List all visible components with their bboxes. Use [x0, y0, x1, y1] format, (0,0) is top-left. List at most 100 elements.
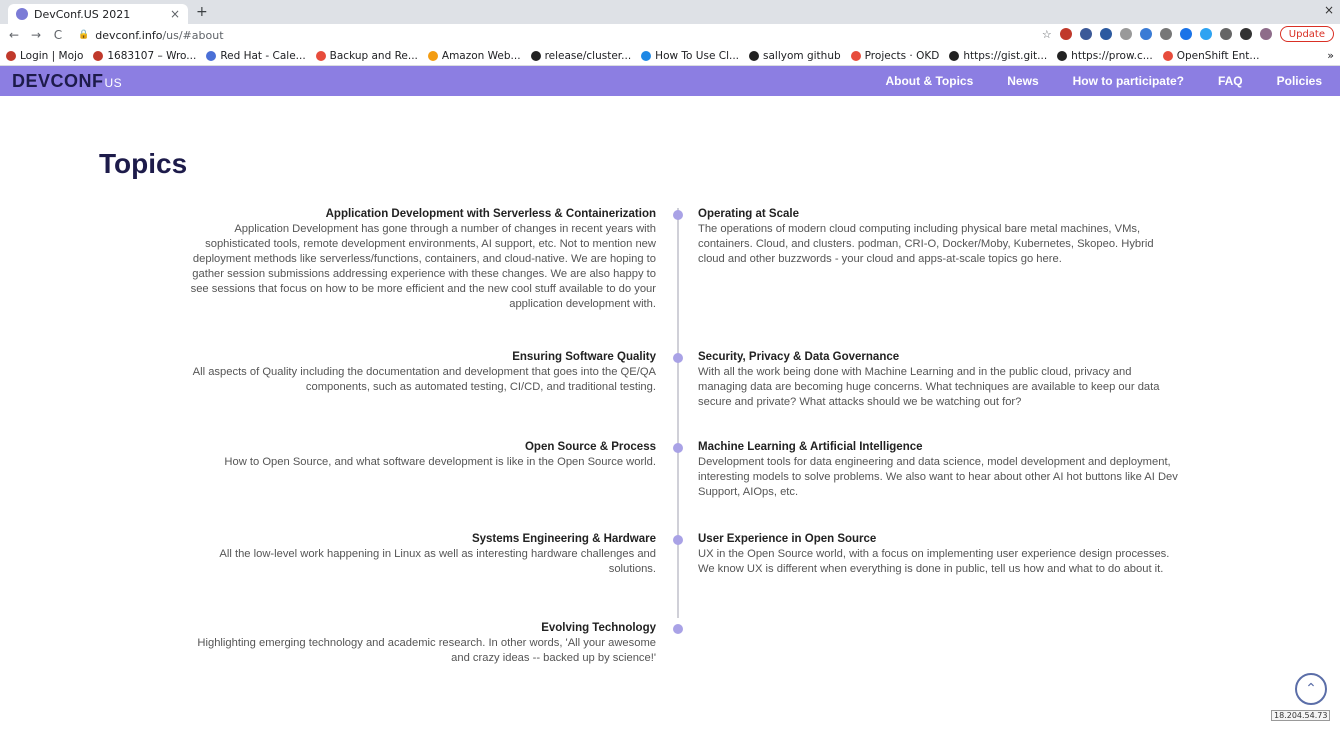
extension-icon[interactable]	[1099, 28, 1112, 40]
topic-item-left: Evolving Technology Highlighting emerging…	[186, 622, 656, 666]
bookmark-label: OpenShift Ent...	[1176, 49, 1260, 62]
topic-item-left: Systems Engineering & Hardware All the lo…	[186, 533, 656, 577]
star-bookmark-icon[interactable]: ☆	[1042, 28, 1052, 41]
new-tab-button[interactable]: +	[196, 4, 208, 20]
bookmark-favicon-icon	[1162, 50, 1173, 61]
topic-item-left: Application Development with Serverless …	[186, 208, 656, 312]
profile-avatar[interactable]	[1259, 28, 1272, 40]
url-host: devconf.info	[95, 28, 163, 42]
bookmark-item[interactable]: OpenShift Ent...	[1162, 49, 1260, 62]
topic-item-right: Machine Learning & Artificial Intelligen…	[698, 441, 1178, 500]
ip-badge: 18.204.54.73	[1271, 710, 1331, 721]
bookmark-item[interactable]: Red Hat - Cale...	[206, 49, 306, 62]
topic-description: Application Development has gone through…	[190, 223, 656, 310]
extension-icon[interactable]	[1079, 28, 1092, 40]
bookmarks-more-button[interactable]: »	[1327, 49, 1334, 62]
topic-description: How to Open Source, and what software de…	[224, 456, 656, 468]
topic-title: Evolving Technology	[541, 622, 656, 634]
tab-close-icon[interactable]: ×	[170, 7, 180, 21]
back-arrow-icon[interactable]: ←	[6, 28, 22, 42]
topics-section: Topics ⌃ 18.204.54.73 Application Develo…	[0, 96, 1340, 721]
bookmark-favicon-icon	[1057, 50, 1068, 61]
puzzle-extensions-icon[interactable]	[1239, 28, 1252, 40]
bookmark-label: sallyom github	[763, 49, 841, 62]
extension-icon[interactable]	[1179, 28, 1192, 40]
topic-description: Highlighting emerging technology and aca…	[197, 637, 656, 664]
timeline-dot-icon	[673, 535, 683, 545]
bookmark-item[interactable]: Amazon Web...	[427, 49, 521, 62]
bookmark-label: release/cluster...	[544, 49, 632, 62]
nav-link-how-to-participate[interactable]: How to participate?	[1073, 74, 1184, 88]
update-button[interactable]: Update	[1279, 26, 1334, 42]
topic-item-left: Ensuring Software Quality All aspects of …	[186, 351, 656, 395]
extension-icon[interactable]	[1219, 28, 1232, 40]
forward-arrow-icon[interactable]: →	[28, 28, 44, 42]
bookmark-item[interactable]: sallyom github	[749, 50, 841, 62]
bookmark-favicon-icon	[850, 50, 861, 61]
timeline-dot-icon	[673, 210, 683, 220]
scroll-to-top-button[interactable]: ⌃	[1295, 673, 1327, 705]
bookmark-label: Login | Mojo	[20, 49, 84, 62]
timeline-dot-icon	[673, 624, 683, 634]
timeline-line	[677, 208, 679, 618]
window-close-button[interactable]: ×	[1324, 3, 1334, 17]
timeline-dot-icon	[673, 353, 683, 363]
topic-title: User Experience in Open Source	[698, 533, 877, 545]
bookmark-label: Amazon Web...	[441, 49, 521, 62]
url-path: /us/#about	[162, 28, 224, 42]
browser-tab[interactable]: DevConf.US 2021 ×	[8, 4, 188, 24]
bookmark-item[interactable]: How To Use Cl...	[641, 50, 739, 62]
extension-icon[interactable]	[1059, 28, 1072, 40]
extension-icon[interactable]	[1139, 28, 1152, 40]
url-field[interactable]: 🔒 devconf.info /us/#about	[78, 29, 224, 42]
chevron-up-icon: ⌃	[1305, 681, 1317, 697]
topic-item-right: Security, Privacy & Data Governance With …	[698, 351, 1178, 410]
bookmark-label: How To Use Cl...	[655, 49, 740, 62]
topic-title: Open Source & Process	[524, 441, 656, 453]
extension-icon[interactable]	[1119, 28, 1132, 40]
topic-title: Operating at Scale	[698, 208, 799, 220]
topic-description: All aspects of Quality including the doc…	[192, 366, 656, 393]
bookmark-favicon-icon	[641, 50, 652, 61]
reload-icon[interactable]: C	[50, 28, 66, 42]
tab-bar: DevConf.US 2021 × + ×	[0, 0, 1340, 24]
topic-item-right: User Experience in Open Source UX in the …	[698, 533, 1178, 577]
extension-icon[interactable]	[1199, 28, 1212, 40]
bookmark-label: https://prow.c...	[1071, 49, 1153, 62]
extension-icon[interactable]	[1159, 28, 1172, 40]
nav-link-about-topics[interactable]: About & Topics	[885, 74, 973, 88]
nav-link-policies[interactable]: Policies	[1277, 74, 1322, 88]
bookmark-label: Red Hat - Cale...	[220, 49, 306, 62]
site-header: DEVCONFUS About & Topics News How to parti…	[0, 66, 1340, 96]
bookmark-favicon-icon	[427, 50, 438, 61]
timeline-dot-icon	[673, 443, 683, 453]
bookmark-favicon-icon	[315, 50, 326, 61]
topic-description: The operations of modern cloud computing…	[698, 223, 1154, 265]
topic-item-left: Open Source & Process How to Open Source,…	[186, 441, 656, 470]
bookmark-item[interactable]: release/cluster...	[530, 49, 632, 62]
topic-description: Development tools for data engineering a…	[698, 456, 1178, 498]
topic-title: Security, Privacy & Data Governance	[698, 351, 900, 363]
topic-title: Machine Learning & Artificial Intelligen…	[698, 441, 923, 453]
bookmark-item[interactable]: https://prow.c...	[1057, 50, 1153, 62]
main-nav: About & Topics News How to participate? FAQ…	[885, 74, 1322, 88]
bookmark-item[interactable]: Login | Mojo	[6, 50, 83, 62]
bookmark-favicon-icon	[949, 50, 960, 61]
bookmark-label: https://gist.git...	[963, 49, 1048, 62]
bookmark-favicon-icon	[93, 50, 104, 61]
bookmark-label: 1683107 – Wro...	[107, 49, 197, 62]
nav-link-news[interactable]: News	[1007, 74, 1038, 88]
bookmark-item[interactable]: Backup and Re...	[315, 49, 418, 62]
devconf-logo[interactable]: DEVCONFUS	[12, 71, 122, 92]
bookmarks-bar: Login | Mojo 1683107 – Wro... Red Hat - Ca…	[0, 46, 1340, 66]
bookmark-label: Backup and Re...	[329, 49, 418, 62]
bookmark-item[interactable]: 1683107 – Wro...	[93, 50, 196, 62]
topic-description: All the low-level work happening in Linu…	[219, 548, 656, 575]
bookmark-item[interactable]: https://gist.git...	[949, 50, 1047, 62]
topic-title: Application Development with Serverless …	[325, 208, 656, 220]
tab-title: DevConf.US 2021	[34, 7, 131, 21]
bookmark-item[interactable]: Projects · OKD	[850, 50, 939, 62]
nav-link-faq[interactable]: FAQ	[1218, 74, 1243, 88]
topic-title: Systems Engineering & Hardware	[471, 533, 656, 545]
logo-main: DEVCONF	[12, 70, 104, 91]
